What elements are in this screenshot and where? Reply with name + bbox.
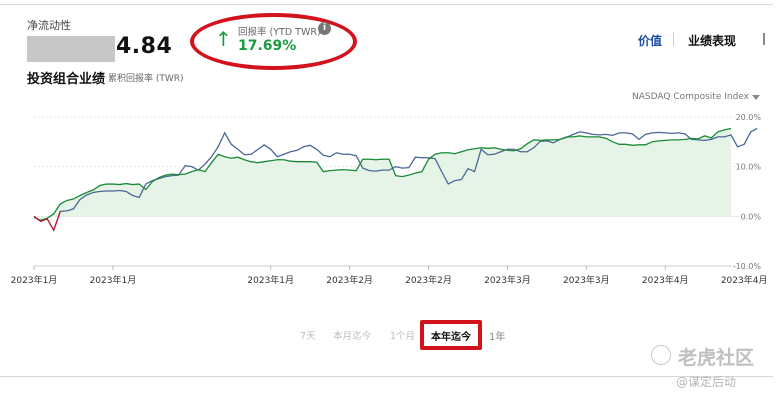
range-mtd[interactable]: 本月迄今	[333, 328, 371, 342]
watermark-logo-icon	[651, 345, 671, 365]
range-1m[interactable]: 1个月	[390, 328, 415, 342]
y-tick-label: 10.0%	[736, 163, 762, 172]
range-1y[interactable]: 1年	[489, 328, 505, 343]
x-tick-label: 2023年4月	[721, 274, 768, 286]
range-ytd[interactable]: 本年迄今	[431, 328, 471, 343]
y-axis: 20.0% 10.0% 0.0% -10.0%	[733, 113, 762, 271]
y-tick-label: 0.0%	[741, 212, 762, 221]
x-tick-label: 2023年1月	[247, 274, 294, 286]
x-tick-label: 2023年1月	[90, 274, 137, 286]
x-tick-label: 2023年4月	[642, 274, 689, 286]
x-tick-label: 2023年1月	[11, 274, 58, 286]
x-tick-label: 2023年3月	[484, 274, 531, 286]
performance-chart: 20.0%10.0%0.0%-10.0% 2023年1月 2023年1月 2023年…	[11, 113, 768, 286]
x-tick-label: 2023年3月	[563, 274, 610, 286]
watermark-text: 老虎社区	[678, 347, 755, 369]
y-tick-label: -10.0%	[733, 262, 762, 271]
portfolio-area	[34, 128, 731, 221]
range-7d[interactable]: 7天	[300, 328, 316, 342]
bottom-border	[0, 376, 773, 377]
y-tick-label: 20.0%	[736, 113, 762, 122]
chart-area	[34, 128, 731, 221]
x-tick-label: 2023年2月	[326, 274, 373, 286]
x-axis: 2023年1月 2023年1月 2023年1月 2023年2月 2023年2月 2023年…	[11, 265, 768, 286]
x-tick-label: 2023年2月	[405, 274, 452, 286]
watermark-handle: @谋定后动	[676, 375, 737, 389]
